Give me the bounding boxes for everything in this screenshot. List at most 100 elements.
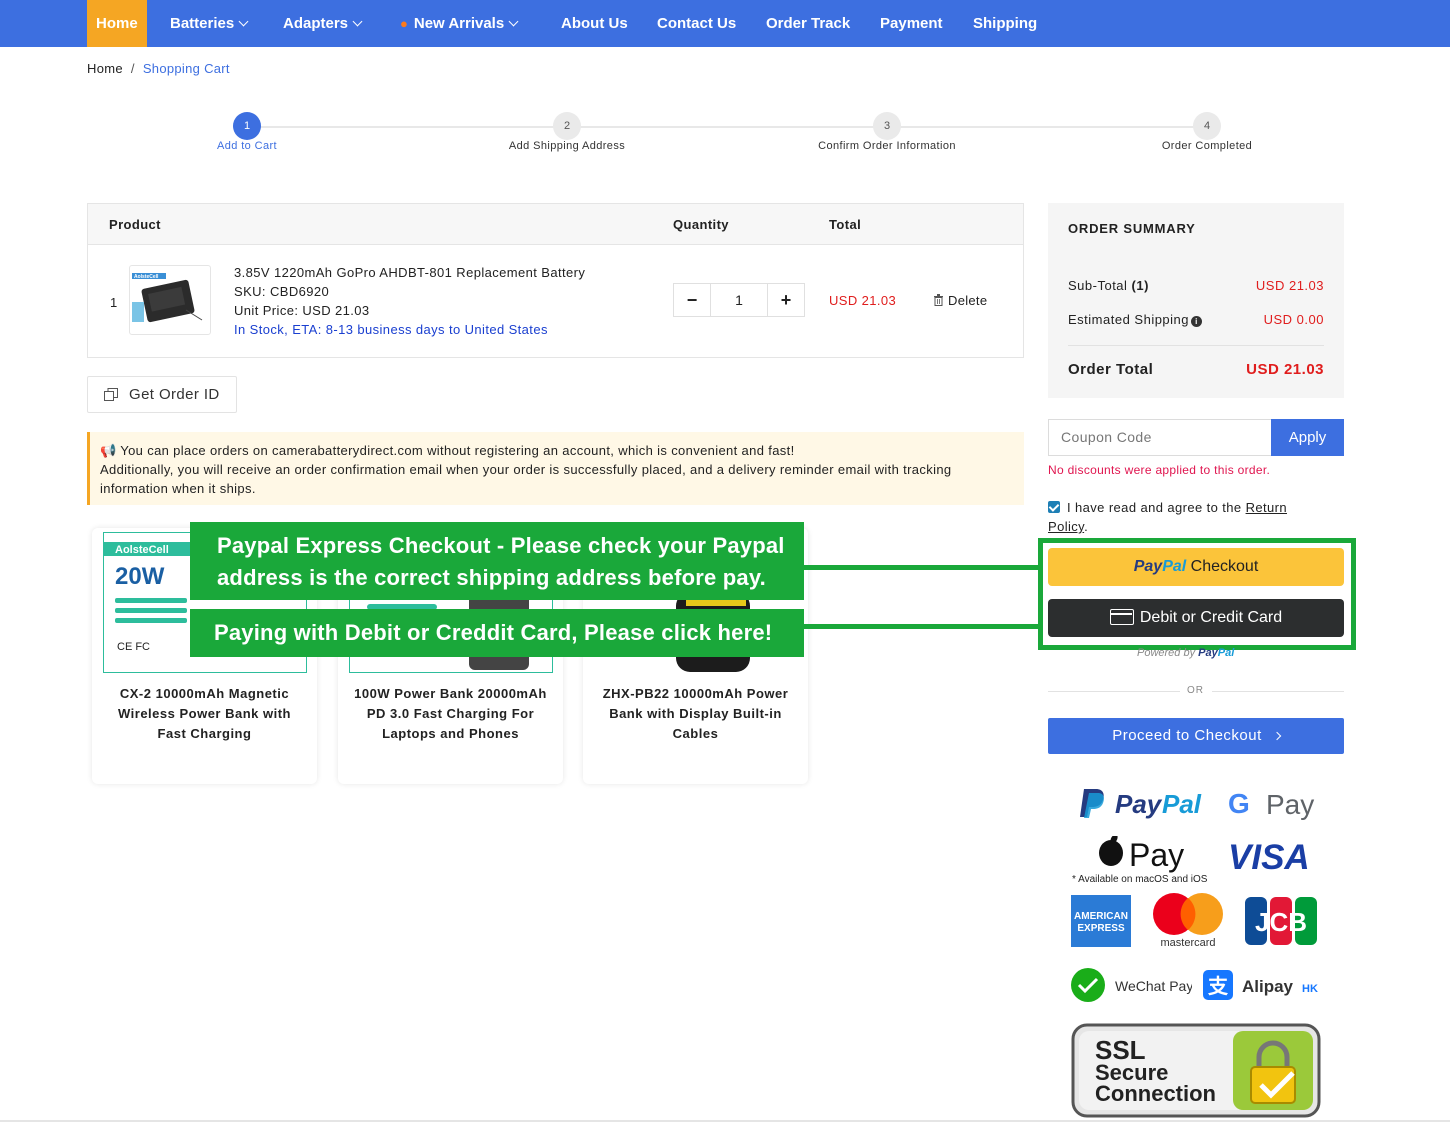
agree-checkbox[interactable]	[1048, 501, 1060, 513]
chevron-right-icon	[1272, 731, 1282, 741]
powered-pal: Pal	[1217, 647, 1235, 659]
subtotal-label-text: Sub-Total	[1068, 278, 1128, 293]
or-divider-right	[1212, 691, 1344, 692]
card-annotation-banner: Paying with Debit or Creddit Card, Pleas…	[190, 609, 804, 657]
nav-batteries[interactable]: Batteries	[170, 0, 249, 47]
powered-by-paypal: Powered by PayPal	[1137, 647, 1234, 659]
wechat-pay-logo: WeChat Pay	[1071, 968, 1192, 1002]
breadcrumb-home[interactable]: Home	[87, 61, 123, 76]
copy-icon	[104, 388, 118, 401]
visa-logo: VISA	[1228, 838, 1310, 876]
megaphone-icon: 📢	[100, 443, 121, 458]
svg-text:CE FC: CE FC	[117, 641, 150, 653]
product-name[interactable]: 3.85V 1220mAh GoPro AHDBT-801 Replacemen…	[234, 265, 585, 280]
nav-new-arrivals[interactable]: ● New Arrivals	[400, 0, 519, 47]
jcb-logo: JCB	[1245, 897, 1317, 945]
breadcrumb-current: Shopping Cart	[142, 61, 230, 76]
increase-quantity-button[interactable]: +	[768, 284, 804, 316]
proceed-label: Proceed to Checkout	[1112, 727, 1262, 744]
nav-payment[interactable]: Payment	[880, 0, 943, 47]
ssl-line-3: Connection	[1095, 1081, 1216, 1106]
paypal-annotation-banner: Paypal Express Checkout - Please check y…	[190, 522, 804, 600]
or-divider-text: OR	[1187, 685, 1204, 696]
product-title[interactable]: ZHX-PB22 10000mAh Power Bank with Displa…	[593, 684, 798, 744]
step-4-circle: 4	[1193, 112, 1221, 140]
breadcrumb: Home / Shopping Cart	[87, 61, 230, 76]
get-order-id-button[interactable]: Get Order ID	[87, 376, 237, 413]
order-summary: ORDER SUMMARY Sub-Total (1) USD 21.03 Es…	[1048, 203, 1344, 398]
summary-title: ORDER SUMMARY	[1068, 221, 1196, 236]
header-quantity: Quantity	[673, 217, 729, 232]
quantity-stepper: − 1 +	[673, 283, 805, 317]
nav-home[interactable]: Home	[87, 0, 147, 47]
paypal-payment-logo: Pay Pal	[1080, 789, 1202, 819]
proceed-to-checkout-button[interactable]: Proceed to Checkout	[1048, 718, 1344, 754]
coupon-input[interactable]: Coupon Code	[1048, 419, 1272, 456]
paypal-checkout-button[interactable]: PayPal Checkout	[1048, 548, 1344, 586]
notice-text-1: You can place orders on camerabatterydir…	[120, 443, 795, 458]
debit-credit-card-button[interactable]: Debit or Credit Card	[1048, 599, 1344, 637]
american-express-logo: AMERICAN EXPRESS	[1071, 895, 1131, 947]
paypal-annotation-line-2: address is the correct shipping address …	[217, 565, 766, 590]
apply-coupon-button[interactable]: Apply	[1271, 419, 1344, 456]
nav-about[interactable]: About Us	[561, 0, 628, 47]
product-sku: SKU: CBD6920	[234, 284, 330, 299]
decrease-quantity-button[interactable]: −	[674, 284, 710, 316]
svg-text:G: G	[1228, 788, 1250, 819]
policy-agreement: I have read and agree to the Return Poli…	[1048, 498, 1318, 536]
row-index: 1	[110, 295, 118, 310]
annotation-connector	[804, 565, 1040, 570]
nav-shipping[interactable]: Shipping	[973, 0, 1037, 47]
breadcrumb-separator: /	[130, 61, 135, 76]
nav-order-track[interactable]: Order Track	[766, 0, 850, 47]
cart-table-header: Product Quantity Total	[88, 204, 1023, 245]
powered-text: Powered by	[1137, 647, 1196, 659]
progress-track	[247, 126, 1207, 128]
line-total: USD 21.03	[829, 293, 897, 308]
paypal-checkout-label: Checkout	[1190, 558, 1259, 575]
subtotal-count: (1)	[1131, 278, 1149, 293]
nav-adapters-label: Adapters	[283, 15, 349, 32]
alipay-hk-text: HK	[1302, 983, 1318, 995]
agree-end: .	[1084, 519, 1089, 534]
credit-card-icon	[1109, 609, 1134, 625]
get-order-id-label: Get Order ID	[129, 386, 220, 403]
quantity-input[interactable]: 1	[710, 284, 768, 316]
powered-pay: Pay	[1198, 647, 1218, 659]
header-product: Product	[109, 217, 161, 232]
mastercard-text: mastercard	[1160, 937, 1215, 949]
paypal-logo: PayPal	[1134, 558, 1186, 575]
guest-checkout-notice: 📢 You can place orders on camerabatteryd…	[87, 432, 1024, 505]
nav-new-arrivals-label: New Arrivals	[413, 15, 505, 32]
product-thumbnail[interactable]: AolsteCell	[129, 265, 211, 335]
card-button-label: Debit or Credit Card	[1139, 609, 1283, 626]
product-stock-status: In Stock, ETA: 8-13 business days to Uni…	[234, 322, 548, 337]
step-3-circle: 3	[873, 112, 901, 140]
paypal-annotation-line-1: Paypal Express Checkout - Please check y…	[217, 533, 785, 558]
info-icon[interactable]: i	[1191, 316, 1203, 327]
product-title[interactable]: CX-2 10000mAh Magnetic Wireless Power Ba…	[102, 684, 307, 744]
step-2-label: Add Shipping Address	[508, 140, 626, 152]
order-total-label: Order Total	[1068, 361, 1154, 378]
chevron-down-icon	[238, 16, 249, 27]
ssl-secure-badge: SSL Secure Connection	[1071, 1023, 1321, 1118]
gpay-text: Pay	[1266, 789, 1314, 820]
paypal-pay-text: Pay	[1115, 789, 1163, 819]
nav-adapters[interactable]: Adapters	[283, 0, 363, 47]
product-title[interactable]: 100W Power Bank 20000mAh PD 3.0 Fast Cha…	[348, 684, 553, 744]
delete-button[interactable]: Delete	[933, 293, 987, 308]
thumb-brand: AolsteCell	[134, 274, 159, 280]
step-1-label: Add to Cart	[216, 140, 278, 152]
nav-contact[interactable]: Contact Us	[657, 0, 736, 47]
product-unit-price: Unit Price: USD 21.03	[234, 303, 370, 318]
cart-table: Product Quantity Total 1 AolsteCell 3.85…	[87, 203, 1024, 358]
step-4-label: Order Completed	[1161, 140, 1253, 152]
wechat-pay-text: WeChat Pay	[1115, 978, 1192, 994]
step-3-label: Confirm Order Information	[818, 140, 956, 152]
agree-text: I have read and agree to the	[1067, 500, 1242, 515]
order-total-value: USD 21.03	[1246, 361, 1324, 378]
image-brand: AolsteCell	[115, 544, 169, 556]
shipping-label-text: Estimated Shipping	[1068, 312, 1190, 327]
or-divider-left	[1048, 691, 1180, 692]
shipping-value: USD 0.00	[1263, 312, 1324, 327]
